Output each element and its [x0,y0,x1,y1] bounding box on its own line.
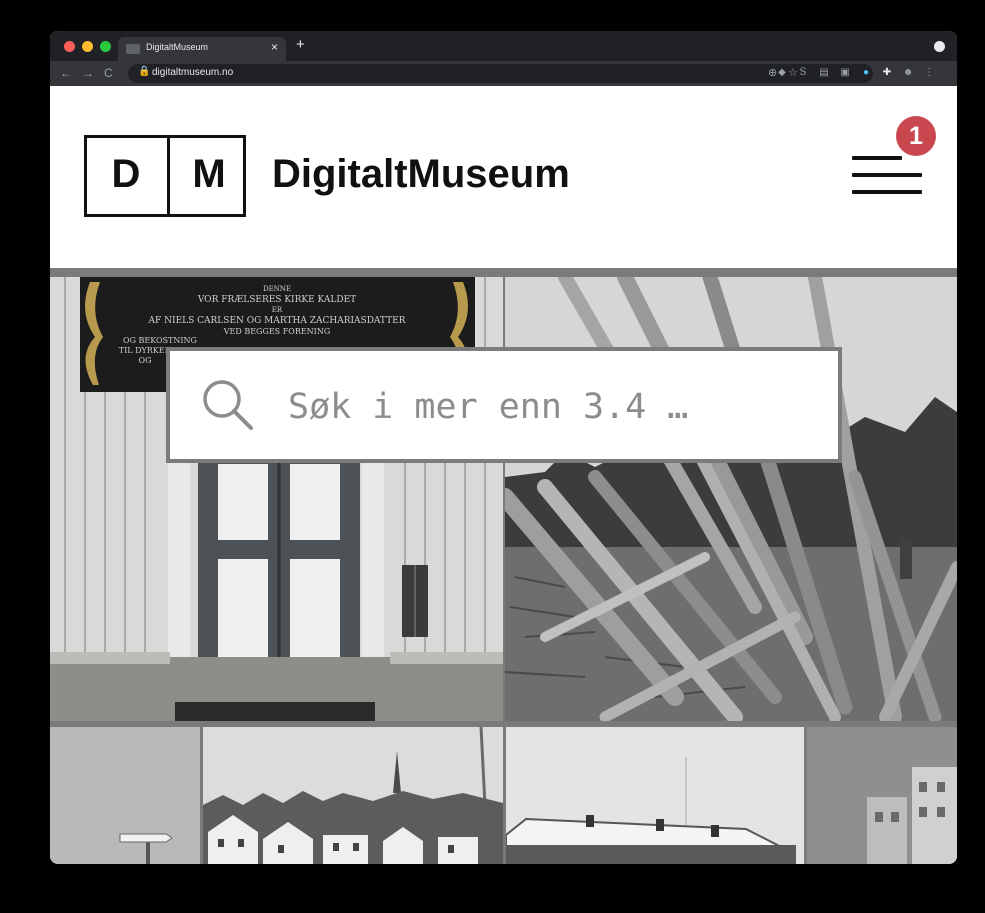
notification-badge[interactable]: 1 [896,116,936,156]
lock-icon: 🔒 [138,66,151,77]
plaque-line: VED BEGGES FORENING [223,327,330,336]
extension-s-icon[interactable]: S [796,65,810,79]
browser-tab-bar: DigitaltMuseum × + [50,31,957,61]
plaque-line: AF NIELS CARLSEN OG MARTHA ZACHARIASDATT… [148,316,406,326]
menu-bar-icon [852,190,922,194]
plaque-line: OG BEKOSTNING [123,336,197,345]
back-arrow-icon[interactable]: ← [60,66,72,80]
gallery-photo-signpost[interactable] [50,727,200,864]
gallery-photo-town[interactable] [203,727,503,864]
forward-arrow-icon[interactable]: → [82,66,94,80]
hamburger-menu-button[interactable] [850,156,922,204]
extensions-puzzle-icon[interactable]: ✚ [880,65,894,79]
address-bar[interactable]: 🔒 digitaltmuseum.no ⊕ ☆ [128,64,873,83]
extension-shield-icon[interactable]: ◆ [775,65,789,79]
browser-tab[interactable]: DigitaltMuseum × [118,37,286,61]
plaque-line: DENNE [263,285,291,293]
search-input[interactable] [288,379,828,435]
url-text: digitaltmuseum.no [152,67,234,78]
extension-doc-icon[interactable]: ▤ [817,65,831,79]
reload-icon[interactable]: C [104,66,113,80]
gallery-photo-building[interactable] [506,727,804,864]
avatar[interactable]: ☻ [901,65,915,79]
site-logo[interactable]: D M [84,135,246,217]
site-header: D M DigitaltMuseum 1 [50,86,957,268]
plaque-line: ER [272,306,283,314]
window-controls [64,41,111,52]
tab-title: DigitaltMuseum [146,42,209,52]
browser-window: DigitaltMuseum × + ← → C 🔒 digitaltmuseu… [50,31,957,864]
extension-box-icon[interactable]: ▣ [838,65,852,79]
extension-drop-icon[interactable]: ● [859,65,873,79]
favicon-icon [126,44,140,54]
plaque-line: VOR FRÆLSERES KIRKE KALDET [197,295,356,305]
kebab-menu-icon[interactable]: ⋮ [922,65,936,79]
brand-name[interactable]: DigitaltMuseum [272,152,570,197]
logo-letter-m: M [192,152,226,196]
browser-toolbar: ← → C 🔒 digitaltmuseum.no ⊕ ☆ ◆ S ▤ ▣ ● … [50,61,957,86]
close-window-button[interactable] [64,41,75,52]
menu-bar-icon [852,156,902,160]
tab-close-button[interactable]: × [271,40,278,54]
profile-icon[interactable] [934,41,945,52]
search-box[interactable] [166,347,842,463]
menu-bar-icon [852,173,922,177]
gallery-photo-timber[interactable] [505,277,957,721]
new-tab-button[interactable]: + [296,36,305,53]
gallery-photo-church[interactable]: DENNE VOR FRÆLSERES KIRKE KALDET ER AF N… [50,277,503,721]
plaque-line: OG [139,356,152,365]
gallery-photo-street[interactable] [807,727,957,864]
maximize-window-button[interactable] [100,41,111,52]
logo-letter-d: D [111,152,141,196]
search-icon[interactable] [200,377,256,433]
minimize-window-button[interactable] [82,41,93,52]
